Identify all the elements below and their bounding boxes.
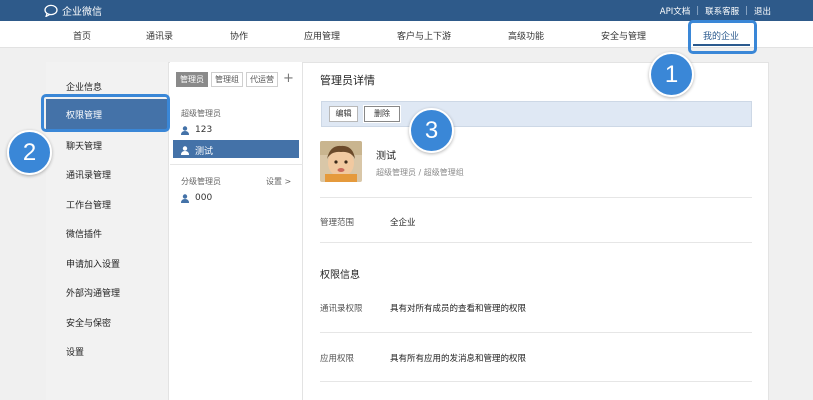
sidebar-item-workbench-management[interactable]: 工作台管理 xyxy=(66,198,111,211)
sidebar-item-contacts-management[interactable]: 通讯录管理 xyxy=(66,168,111,181)
page-title: 管理员详情 xyxy=(320,74,375,87)
branch-settings-link[interactable]: 设置 > xyxy=(266,176,291,187)
list-item[interactable]: 000 xyxy=(181,193,212,203)
tab-operation-agents[interactable]: 代运营 xyxy=(246,72,278,87)
divider xyxy=(170,164,303,165)
link-divider: | xyxy=(745,6,748,16)
sidebar-item-security-privacy[interactable]: 安全与保密 xyxy=(66,316,111,329)
highlight-permission-management xyxy=(41,94,170,132)
admin-role: 超级管理员 / 超级管理组 xyxy=(376,168,464,177)
sidebar-item-settings[interactable]: 设置 xyxy=(66,345,84,358)
app-logo[interactable]: 企业微信 xyxy=(44,3,102,18)
avatar xyxy=(320,141,362,182)
nav-collaboration[interactable]: 协作 xyxy=(230,29,248,42)
list-item[interactable]: 测试 xyxy=(181,144,213,157)
avatar-photo xyxy=(320,141,362,182)
permission-section-title: 权限信息 xyxy=(320,270,360,281)
admin-name: 123 xyxy=(195,125,213,135)
contact-support-link[interactable]: 联系客服 xyxy=(705,5,739,17)
link-divider: | xyxy=(696,6,700,16)
scope-value: 全企业 xyxy=(390,218,416,228)
app-name: 企业微信 xyxy=(62,7,102,18)
nav-security-management[interactable]: 安全与管理 xyxy=(601,29,646,42)
sidebar-item-wechat-plugin[interactable]: 微信插件 xyxy=(66,227,102,240)
sidebar-item-external-communication[interactable]: 外部沟通管理 xyxy=(66,286,120,299)
admin-name: 000 xyxy=(195,193,213,203)
sidebar-item-enterprise-info[interactable]: 企业信息 xyxy=(66,80,102,93)
permission-key: 通讯录权限 xyxy=(320,304,363,314)
nav-app-management[interactable]: 应用管理 xyxy=(304,29,340,42)
add-admin-button[interactable]: + xyxy=(283,71,294,86)
permission-value: 具有所有应用的发消息和管理的权限 xyxy=(390,354,527,364)
selected-list-item[interactable]: 测试 xyxy=(173,140,299,158)
callout-step-3: 3 xyxy=(409,108,454,153)
super-admin-label: 超级管理员 xyxy=(181,109,221,118)
sidebar-item-join-settings[interactable]: 申请加入设置 xyxy=(66,257,120,270)
highlight-my-enterprise xyxy=(688,20,757,54)
chat-bubble-icon xyxy=(44,4,58,17)
permission-value: 具有对所有成员的查看和管理的权限 xyxy=(390,304,527,314)
callout-step-1: 1 xyxy=(649,52,694,97)
logout-link[interactable]: 退出 xyxy=(754,5,771,17)
scope-label: 管理范围 xyxy=(320,218,355,228)
nav-contacts[interactable]: 通讯录 xyxy=(146,29,173,42)
api-docs-link[interactable]: API文档 xyxy=(660,5,690,17)
tab-administrators[interactable]: 管理员 xyxy=(176,72,208,87)
user-icon xyxy=(181,146,189,155)
top-bar: 企业微信 API文档 | 联系客服 | 退出 xyxy=(0,0,813,21)
nav-advanced-features[interactable]: 高级功能 xyxy=(508,29,544,42)
list-item[interactable]: 123 xyxy=(181,125,212,135)
nav-customers-partners[interactable]: 客户与上下游 xyxy=(397,29,451,42)
top-links: API文档 | 联系客服 | 退出 xyxy=(660,5,771,17)
user-icon xyxy=(181,193,189,203)
divider xyxy=(320,381,752,382)
divider xyxy=(320,332,752,333)
tab-admin-groups[interactable]: 管理组 xyxy=(211,72,243,87)
divider xyxy=(320,242,752,243)
permission-key: 应用权限 xyxy=(320,354,355,364)
callout-step-2: 2 xyxy=(7,130,52,175)
edit-button[interactable]: 编辑 xyxy=(329,106,358,122)
admin-name: 测试 xyxy=(195,147,214,157)
nav-home[interactable]: 首页 xyxy=(73,29,91,42)
user-icon xyxy=(181,125,189,135)
divider xyxy=(320,197,752,198)
delete-button[interactable]: 删除 xyxy=(364,106,400,122)
admin-display-name: 测试 xyxy=(376,151,396,162)
branch-admin-label: 分级管理员 xyxy=(181,177,221,186)
sidebar-item-chat-management[interactable]: 聊天管理 xyxy=(66,139,102,152)
